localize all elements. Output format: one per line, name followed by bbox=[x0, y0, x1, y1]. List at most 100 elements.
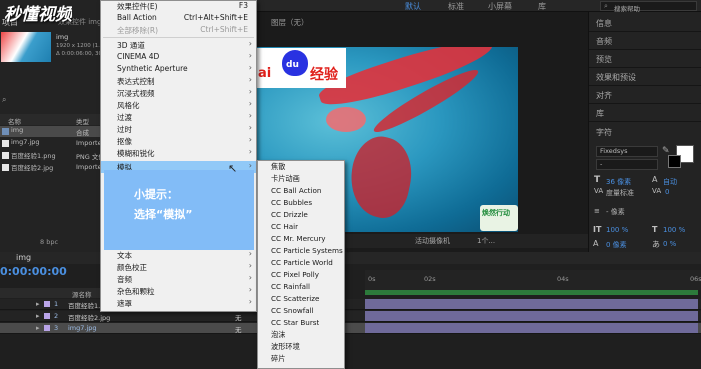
time-ruler[interactable] bbox=[365, 270, 701, 290]
project-row-name: img bbox=[11, 126, 24, 134]
menu-item-obsolete[interactable]: 过时 › bbox=[101, 123, 256, 135]
submenu-item[interactable]: CC Rainfall bbox=[258, 281, 344, 293]
tsume-value[interactable]: 0 % bbox=[663, 240, 676, 248]
font-size-value[interactable]: 36 像素 bbox=[606, 177, 631, 187]
tracking-value[interactable]: 0 bbox=[665, 188, 669, 196]
menu-item-blur-sharpen[interactable]: 模糊和锐化 › bbox=[101, 147, 256, 159]
submenu-item[interactable]: CC Hair bbox=[258, 221, 344, 233]
project-row[interactable]: img 合成 bbox=[0, 126, 100, 137]
menu-item-audio[interactable]: 音频 › bbox=[101, 273, 256, 285]
preview-panel-item[interactable]: 预览 bbox=[596, 54, 612, 65]
menu-item-synthetic-aperture[interactable]: Synthetic Aperture › bbox=[101, 63, 256, 75]
baseline-shift-value[interactable]: 0 像素 bbox=[606, 240, 627, 250]
submenu-item[interactable]: CC Mr. Mercury bbox=[258, 233, 344, 245]
expand-arrow-icon[interactable]: ▸ bbox=[36, 324, 40, 332]
menu-item-immersive-video[interactable]: 沉浸式视频 › bbox=[101, 87, 256, 99]
menu-item-keying[interactable]: 抠像 › bbox=[101, 135, 256, 147]
menu-item-expression-controls[interactable]: 表达式控制 › bbox=[101, 75, 256, 87]
menu-item-ball-action[interactable]: Ball Action Ctrl+Alt+Shift+E bbox=[101, 12, 256, 24]
submenu-arrow-icon: › bbox=[248, 249, 252, 258]
submenu-item[interactable]: 卡片动画 bbox=[258, 173, 344, 185]
stroke-color-swatch[interactable] bbox=[668, 155, 681, 168]
info-panel-item[interactable]: 信息 bbox=[596, 18, 612, 29]
source-name-header[interactable]: 源名称 bbox=[72, 289, 92, 299]
type-column-header[interactable]: 类型 bbox=[76, 116, 89, 126]
submenu-item[interactable]: 波形环境 bbox=[258, 341, 344, 353]
layer-duration-bar[interactable] bbox=[365, 323, 698, 333]
stroke-width-value[interactable]: - 像素 bbox=[606, 207, 625, 217]
submenu-arrow-icon: › bbox=[248, 273, 252, 282]
font-style-dropdown[interactable]: - bbox=[596, 159, 658, 170]
submenu-item-label: 卡片动画 bbox=[271, 174, 300, 183]
menu-item-cinema-4d[interactable]: CINEMA 4D › bbox=[101, 51, 256, 63]
layer-viewer-tab[interactable]: 图层（无） bbox=[271, 17, 309, 28]
tip-title: 小提示： bbox=[134, 188, 178, 201]
submenu-item[interactable]: CC Star Burst bbox=[258, 317, 344, 329]
label-color-chip[interactable] bbox=[44, 325, 50, 331]
font-family-dropdown[interactable]: Fixedsys bbox=[596, 146, 658, 157]
current-time-display[interactable]: 0:00:00:00 bbox=[0, 265, 67, 278]
submenu-item[interactable]: 焦散 bbox=[258, 161, 344, 173]
menu-item-noise-grain[interactable]: 杂色和颗粒 › bbox=[101, 285, 256, 297]
menu-item-shortcut: Ctrl+Shift+E bbox=[200, 25, 248, 34]
effects-presets-panel-item[interactable]: 效果和预设 bbox=[596, 72, 636, 83]
menu-item-effect-controls[interactable]: 效果控件(E) F3 bbox=[101, 0, 256, 12]
search-help-input[interactable]: ⌕ 搜索帮助 bbox=[600, 1, 697, 13]
submenu-item[interactable]: CC Snowfall bbox=[258, 305, 344, 317]
menu-item-text[interactable]: 文本 › bbox=[101, 249, 256, 261]
menu-item-shortcut: F3 bbox=[238, 1, 248, 10]
align-panel-item[interactable]: 对齐 bbox=[596, 90, 612, 101]
submenu-item[interactable]: CC Drizzle bbox=[258, 209, 344, 221]
workspace-standard-tab[interactable]: 标准 bbox=[448, 1, 464, 12]
name-column-header[interactable]: 名称 bbox=[8, 116, 21, 126]
menu-item-3d-channel[interactable]: 3D 通道 › bbox=[101, 39, 256, 51]
submenu-item[interactable]: 泡沫 bbox=[258, 329, 344, 341]
menu-item-color-correction[interactable]: 颜色校正 › bbox=[101, 261, 256, 273]
layer-parent[interactable]: 无 bbox=[235, 312, 242, 322]
work-area-bar[interactable] bbox=[365, 290, 698, 295]
layer-name[interactable]: 百度经验2.jpg bbox=[68, 312, 110, 322]
workspace-small-screen-tab[interactable]: 小屏幕 bbox=[488, 1, 512, 12]
file-icon bbox=[2, 140, 9, 147]
layer-parent[interactable]: 无 bbox=[235, 324, 242, 334]
expand-arrow-icon[interactable]: ▸ bbox=[36, 300, 40, 308]
bit-depth-label[interactable]: 8 bpc bbox=[40, 238, 58, 246]
character-panel-title[interactable]: 字符 bbox=[596, 127, 612, 138]
project-row[interactable]: 百度经验1.png PNG 文件 bbox=[0, 150, 105, 161]
submenu-item[interactable]: CC Scatterize bbox=[258, 293, 344, 305]
menu-item-label: CINEMA 4D bbox=[117, 52, 160, 61]
label-color-chip[interactable] bbox=[44, 301, 50, 307]
submenu-item[interactable]: CC Ball Action bbox=[258, 185, 344, 197]
submenu-item[interactable]: CC Particle World bbox=[258, 257, 344, 269]
submenu-item-label: CC Pixel Polly bbox=[271, 270, 319, 279]
audio-panel-item[interactable]: 音频 bbox=[596, 36, 612, 47]
label-color-chip[interactable] bbox=[44, 313, 50, 319]
layer-duration-bar[interactable] bbox=[365, 311, 698, 321]
project-search-icon[interactable]: ⌕ bbox=[2, 95, 6, 105]
active-camera-dropdown[interactable]: 活动摄像机 bbox=[415, 236, 450, 246]
library-panel-item[interactable]: 库 bbox=[596, 108, 604, 119]
expand-arrow-icon[interactable]: ▸ bbox=[36, 312, 40, 320]
submenu-item[interactable]: 碎片 bbox=[258, 353, 344, 365]
kerning-value[interactable]: 度量标准 bbox=[606, 188, 634, 198]
menu-item-remove-all[interactable]: 全部移除(R) Ctrl+Shift+E bbox=[101, 24, 256, 36]
submenu-item[interactable]: CC Particle Systems II bbox=[258, 245, 349, 257]
flower-petal bbox=[343, 131, 419, 223]
horizontal-scale-value[interactable]: 100 % bbox=[663, 226, 685, 234]
project-row[interactable]: img7.jpg Importer bbox=[0, 138, 104, 149]
menu-item-matte[interactable]: 遮罩 › bbox=[101, 297, 256, 309]
menu-item-stylize[interactable]: 风格化 › bbox=[101, 99, 256, 111]
submenu-item[interactable]: CC Bubbles bbox=[258, 197, 344, 209]
leading-value[interactable]: 自动 bbox=[663, 177, 677, 187]
timeline-comp-tab[interactable]: img bbox=[16, 253, 31, 262]
menu-item-transition[interactable]: 过渡 › bbox=[101, 111, 256, 123]
vertical-scale-value[interactable]: 100 % bbox=[606, 226, 628, 234]
project-row[interactable]: 百度经验2.jpg Importer bbox=[0, 162, 104, 173]
workspace-default-tab[interactable]: 默认 bbox=[405, 1, 421, 12]
submenu-item[interactable]: CC Pixel Polly bbox=[258, 269, 344, 281]
vertical-scale-icon: IT bbox=[593, 225, 602, 234]
view-layout-dropdown[interactable]: 1个... bbox=[477, 236, 495, 246]
layer-name[interactable]: img7.jpg bbox=[68, 324, 97, 332]
workspace-library-tab[interactable]: 库 bbox=[538, 1, 546, 12]
layer-duration-bar[interactable] bbox=[365, 299, 698, 309]
